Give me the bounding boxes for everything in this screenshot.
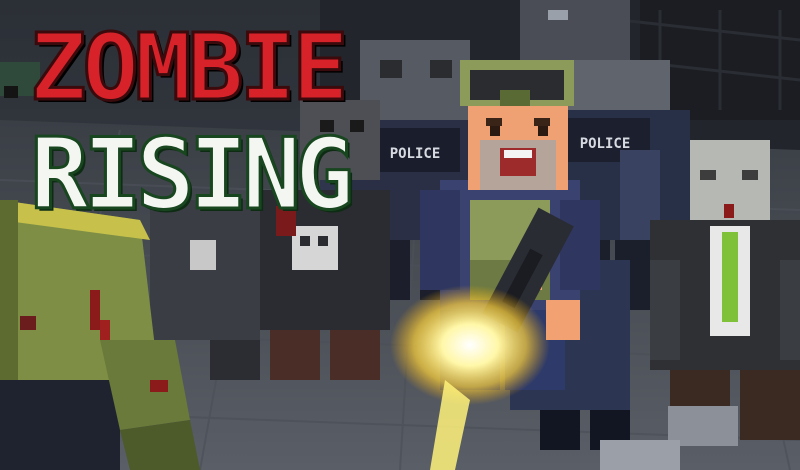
title-rising: RISING [29,118,356,232]
game-title-logo: ZOMBIE RISING [28,20,356,232]
game-banner: POLICE POLICE ZOMBIE RISING [0,0,800,470]
title-zombie: ZOMBIE [28,14,350,121]
